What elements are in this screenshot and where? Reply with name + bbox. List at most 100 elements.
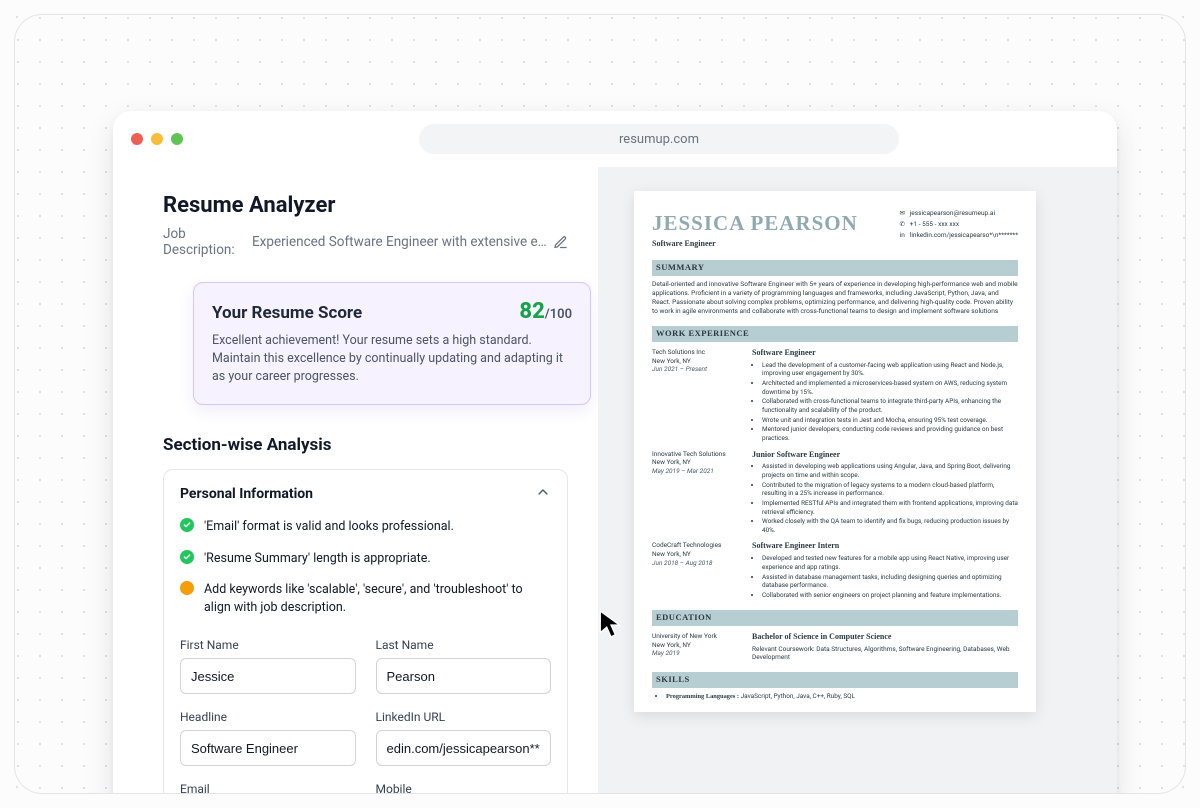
resume-job-title: Junior Software Engineer [752,450,1018,461]
resume-bullet: Architected and implemented a microservi… [762,379,1018,396]
linkedin-input[interactable] [376,730,552,766]
check-icon [180,550,194,564]
analysis-text: 'Resume Summary' length is appropriate. [204,550,431,568]
score-value: 82/100 [519,299,572,324]
resume-edu-location: New York, NY [652,641,744,650]
linkedin-label: LinkedIn URL [376,710,552,724]
analysis-item: 'Resume Summary' length is appropriate. [180,550,551,568]
last-name-field: Last Name [376,638,552,694]
linkedin-icon: in [899,231,906,238]
left-pane: Resume Analyzer Job Description: Experie… [113,167,598,794]
score-title: Your Resume Score [212,303,362,323]
resume-skill-label: Programming Languages : [666,693,739,700]
resume-role: Software Engineer [652,239,858,250]
personal-info-header[interactable]: Personal Information [180,484,551,504]
section-analysis-heading: Section-wise Analysis [163,435,568,455]
linkedin-field: LinkedIn URL [376,710,552,766]
resume-job-dates: May 2019 – Mar 2021 [652,467,744,476]
resume-education: University of New York New York, NY May … [652,632,1018,662]
resume-job: Innovative Tech Solutions New York, NY M… [652,450,1018,536]
analysis-text: Add keywords like 'scalable', 'secure', … [204,581,551,616]
first-name-input[interactable] [180,658,356,694]
resume-job-title: Software Engineer Intern [752,541,1018,552]
warning-icon [180,581,194,595]
jd-label: Job Description: [163,226,246,258]
resume-edu-desc: Relevant Coursework: Data Structures, Al… [752,645,1018,663]
resume-job-location: New York, NY [652,458,744,467]
resume-bullet: Implemented RESTful APIs and integrated … [762,499,1018,516]
analysis-item: Add keywords like 'scalable', 'secure', … [180,581,551,616]
page-background: resumup.com Resume Analyzer Job Descript… [14,14,1186,794]
last-name-input[interactable] [376,658,552,694]
url-text: resumup.com [619,132,699,147]
last-name-label: Last Name [376,638,552,652]
resume-summary-heading: SUMMARY [652,260,1018,275]
headline-field: Headline [180,710,356,766]
resume-job-location: New York, NY [652,550,744,559]
score-number: 82 [519,299,544,324]
resume-linkedin: linkedin.com/jessicapearso*\n******* [910,231,1018,240]
email-label: Email [180,782,356,794]
resume-job-title: Software Engineer [752,348,1018,359]
jd-text: Experienced Software Engineer with exten… [252,234,547,250]
score-card: Your Resume Score 82/100 Excellent achie… [193,282,591,405]
close-dot[interactable] [131,133,143,145]
browser-titlebar: resumup.com [113,111,1117,167]
resume-skills-heading: SKILLS [652,672,1018,687]
resume-bullet: Collaborated with cross-functional teams… [762,397,1018,414]
resume-edu-heading: EDUCATION [652,610,1018,625]
personal-info-card: Personal Information 'Email' format is v… [163,469,568,794]
resume-job-bullets: Lead the development of a customer-facin… [752,361,1018,443]
resume-job-company: CodeCraft Technologies [652,541,744,550]
headline-label: Headline [180,710,356,724]
edit-icon[interactable] [553,235,568,250]
resume-job-company: Innovative Tech Solutions [652,450,744,459]
resume-edu-school: University of New York [652,632,744,641]
resume-skill-line: Programming Languages : JavaScript, Pyth… [666,692,1018,702]
email-field: Email [180,782,356,794]
resume-contact: ✉jessicapearson@resumeup.ai ✆+1 - 555 - … [899,209,1018,241]
resume-job: CodeCraft Technologies New York, NY Jun … [652,541,1018,600]
resume-bullet: Lead the development of a customer-facin… [762,361,1018,378]
resume-job-bullets: Assisted in developing web applications … [752,462,1018,534]
maximize-dot[interactable] [171,133,183,145]
minimize-dot[interactable] [151,133,163,145]
resume-preview: JESSICA PEARSON Software Engineer ✉jessi… [634,191,1036,712]
resume-name: JESSICA PEARSON [652,209,858,237]
resume-edu-dates: May 2019 [652,649,744,658]
headline-input[interactable] [180,730,356,766]
analysis-item: 'Email' format is valid and looks profes… [180,518,551,536]
resume-job-location: New York, NY [652,357,744,366]
check-icon [180,518,194,532]
app-content: Resume Analyzer Job Description: Experie… [113,167,1117,794]
resume-bullet: Assisted in developing web applications … [762,462,1018,479]
resume-job-dates: Jun 2018 – Aug 2018 [652,559,744,568]
analysis-list: 'Email' format is valid and looks profes… [180,518,551,616]
personal-info-form: First Name Last Name Headline Linke [180,638,551,794]
resume-bullet: Developed and tested new features for a … [762,554,1018,571]
resume-job-bullets: Developed and tested new features for a … [752,554,1018,599]
resume-bullet: Assisted in database management tasks, i… [762,573,1018,590]
score-description: Excellent achievement! Your resume sets … [212,332,572,386]
resume-phone: +1 - 555 - xxx xxx [910,220,959,229]
resume-skills-list: Programming Languages : JavaScript, Pyth… [652,692,1018,702]
first-name-field: First Name [180,638,356,694]
analysis-text: 'Email' format is valid and looks profes… [204,518,454,536]
browser-window: resumup.com Resume Analyzer Job Descript… [113,111,1117,794]
resume-bullet: Contributed to the migration of legacy s… [762,481,1018,498]
resume-work-heading: WORK EXPERIENCE [652,326,1018,341]
resume-bullet: Collaborated with senior engineers on pr… [762,591,1018,600]
mail-icon: ✉ [899,210,906,217]
page-title: Resume Analyzer [163,193,568,218]
chevron-up-icon [535,484,551,504]
score-denominator: /100 [545,307,572,322]
mobile-field: Mobile [376,782,552,794]
url-bar[interactable]: resumup.com [419,124,899,154]
mobile-label: Mobile [376,782,552,794]
resume-job: Tech Solutions Inc New York, NY Jun 2021… [652,348,1018,444]
resume-bullet: Wrote unit and integration tests in Jest… [762,416,1018,425]
first-name-label: First Name [180,638,356,652]
resume-bullet: Mentored junior developers, conducting c… [762,425,1018,442]
resume-job-company: Tech Solutions Inc [652,348,744,357]
resume-skill-value: JavaScript, Python, Java, C++, Ruby, SQL [739,692,855,700]
